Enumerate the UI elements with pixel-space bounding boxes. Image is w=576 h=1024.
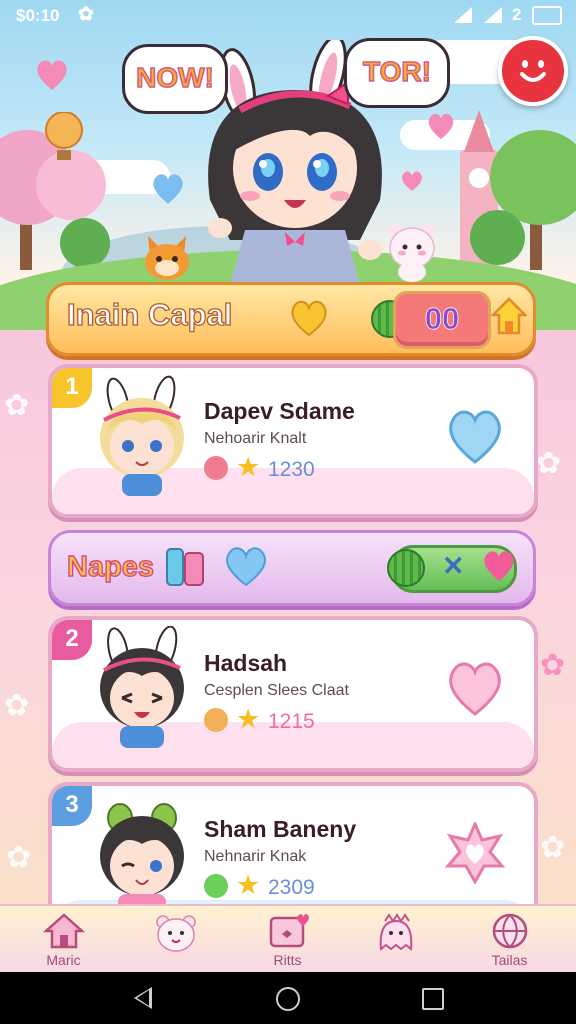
player-subtitle: Nehoarir Knalt xyxy=(204,430,307,447)
napes-bar[interactable]: Napes ✕ xyxy=(48,530,536,606)
player-name: Dapev Sdame xyxy=(204,398,355,424)
picture-heart-icon xyxy=(269,914,309,948)
coin-icon xyxy=(204,874,228,898)
home-icon[interactable] xyxy=(491,297,527,335)
star-icon: ★ xyxy=(236,452,261,482)
heart-icon xyxy=(153,174,183,204)
flower-decoration: ✿ xyxy=(4,389,30,422)
bush xyxy=(60,218,110,268)
avatar xyxy=(100,803,184,916)
player-score: 2309 xyxy=(268,876,315,899)
nav-label: Maric xyxy=(46,952,81,968)
title-banner: Inain Capal 00 xyxy=(46,282,536,356)
speech-bubble-left: NOW! xyxy=(122,44,228,114)
system-nav-bar xyxy=(0,972,576,1024)
bush xyxy=(470,210,525,265)
nav-item-ritts[interactable]: Ritts xyxy=(230,906,345,974)
flower-heart-icon[interactable] xyxy=(444,822,506,884)
nav-item-bear[interactable] xyxy=(118,906,233,974)
player-name: Hadsah xyxy=(204,650,288,676)
ranking-card[interactable]: 2 Hadsah Cesplen Slees Claat ★ 1215 xyxy=(48,616,538,772)
action-button[interactable] xyxy=(498,36,568,106)
ranking-card[interactable]: 1 Dapev Sdame Nehoarir Knalt ★ 1230 xyxy=(48,364,538,518)
heart-icon xyxy=(428,113,454,139)
star-icon: ★ xyxy=(236,870,261,900)
player-score: 1215 xyxy=(268,710,315,733)
flower-decoration: ✿ xyxy=(536,447,562,480)
globe-icon xyxy=(492,913,528,949)
hero-scene: NOW! TOR! xyxy=(0,0,576,330)
coin-counter: 00 xyxy=(393,291,491,349)
heart-icon xyxy=(226,547,266,587)
settings-flower-icon: ✿ xyxy=(78,4,94,25)
ghost-crown-icon xyxy=(379,913,413,951)
bottom-nav: Maric Ritts Tailas xyxy=(0,904,576,974)
flower-decoration: ✿ xyxy=(4,689,30,722)
player-score: 1230 xyxy=(268,458,315,481)
balloon-icon xyxy=(45,112,83,160)
recent-apps-icon[interactable] xyxy=(422,988,444,1010)
back-icon[interactable] xyxy=(134,987,152,1009)
close-icon: ✕ xyxy=(442,551,465,581)
avatar xyxy=(100,375,184,496)
melon-icon xyxy=(387,549,425,587)
status-number: 2 xyxy=(512,5,522,24)
flower-decoration: ✿ xyxy=(6,841,32,874)
coin-icon xyxy=(204,708,228,732)
star-icon: ★ xyxy=(236,704,261,734)
coin-icon xyxy=(204,456,228,480)
pink-heart-icon[interactable] xyxy=(444,656,506,718)
house-icon xyxy=(43,913,85,949)
signal-icon xyxy=(454,7,472,23)
avatar xyxy=(100,626,184,748)
status-time: $0:10 xyxy=(16,6,60,25)
wifi-icon xyxy=(484,7,502,23)
banner-title: Inain Capal xyxy=(66,296,233,332)
nav-label: Ritts xyxy=(273,952,302,968)
flower-decoration: ✿ xyxy=(540,649,566,682)
napes-label: Napes xyxy=(66,550,155,583)
player-subtitle: Cesplen Slees Claat xyxy=(204,682,349,699)
battery-icon xyxy=(532,6,562,25)
nav-item-maric[interactable]: Maric xyxy=(6,906,121,974)
smile-face-icon xyxy=(520,60,546,82)
heart-icon xyxy=(484,551,514,581)
home-circle-icon[interactable] xyxy=(276,987,300,1011)
player-subtitle: Nehnarir Knak xyxy=(204,848,307,865)
flower-decoration: ✿ xyxy=(540,831,566,864)
heart-icon xyxy=(402,171,422,191)
nav-item-tailas[interactable]: Tailas xyxy=(452,906,567,974)
nav-label: Tailas xyxy=(491,952,528,968)
blue-heart-icon[interactable] xyxy=(444,404,506,466)
bear-icon xyxy=(156,915,196,952)
heart-icon xyxy=(37,60,67,90)
nav-item-ghost[interactable] xyxy=(338,906,453,974)
counter-value: 00 xyxy=(424,301,460,337)
gold-heart-gem-icon xyxy=(291,300,327,337)
fox-character xyxy=(145,236,189,280)
bear-character xyxy=(388,224,436,282)
speech-bubble-right: TOR! xyxy=(344,38,450,108)
drinks-icon xyxy=(166,548,204,586)
status-bar: $0:10 ✿ 2 xyxy=(0,0,576,32)
player-name: Sham Baneny xyxy=(204,816,357,842)
